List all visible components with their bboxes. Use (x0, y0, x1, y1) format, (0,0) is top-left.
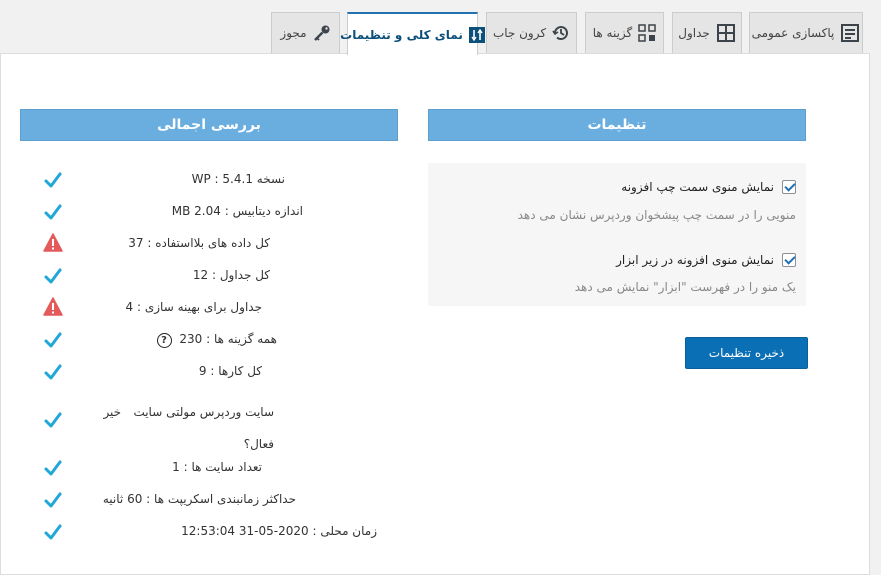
stat-site-count: تعداد سایت ها : 1 (172, 460, 262, 474)
overview-title: بررسی اجمالی (157, 117, 261, 133)
help-icon[interactable]: ? (156, 333, 172, 348)
option-left-menu[interactable]: نمایش منوی سمت چپ افزونه (621, 180, 796, 194)
document-list-icon (840, 23, 860, 43)
tab-label: جداول (678, 26, 710, 40)
stat-wp-version: نسخه WP : 5.4.1 (191, 172, 285, 186)
save-settings-button[interactable]: ذخیره تنظیمات (685, 337, 808, 369)
stat-total-tables: کل جداول : 12 (192, 268, 270, 282)
stat-multisite-line1: سایت وردپرس مولتی سایت (133, 405, 274, 419)
stat-local-time: زمان محلی : 2020-05-31 12:53:04 (181, 524, 377, 538)
stat-all-options: همه گزینه ها : 230 ? (156, 332, 277, 348)
tab-tables[interactable]: جداول (672, 12, 742, 53)
check-icon (44, 364, 62, 380)
tab-label: پاکسازی عمومی (751, 26, 835, 40)
history-clock-icon (552, 24, 570, 42)
stat-multisite-line2: فعال؟ (243, 437, 274, 451)
stat-max-exec-time: حداکثر زمانبندی اسکریپت ها : 60 ثانیه (102, 492, 296, 506)
warning-icon (43, 233, 63, 252)
check-icon (44, 332, 62, 348)
settings-header: تنظیمات (428, 109, 806, 141)
option-label: نمایش منوی سمت چپ افزونه (621, 180, 774, 194)
stat-multisite-value: خیر (103, 405, 122, 419)
option-tools-menu[interactable]: نمایش منوی افزونه در زیر ابزار (616, 253, 796, 267)
tab-label: نمای کلی و تنظیمات (340, 27, 463, 42)
stat-tables-to-optimize: جداول برای بهینه سازی : 4 (125, 300, 262, 314)
check-icon (44, 524, 62, 540)
check-icon (44, 492, 62, 508)
tab-license[interactable]: مجوز (271, 12, 340, 53)
tab-overview-settings[interactable]: نمای کلی و تنظیمات (340, 12, 485, 55)
options-grid-icon (638, 24, 657, 42)
tab-label: مجوز (280, 26, 307, 40)
tab-cron-jobs[interactable]: کرون جاب (486, 12, 577, 53)
warning-icon (43, 297, 63, 316)
stat-label: همه گزینه ها : 230 (179, 332, 277, 346)
option-description: منویی را در سمت چپ پیشخوان وردپرس نشان م… (517, 208, 796, 222)
option-description: یک منو را در فهرست "ابزار" نمایش می دهد (574, 280, 796, 294)
tab-label: گزینه ها (592, 26, 633, 40)
check-icon (44, 268, 62, 284)
stat-multisite: سایت وردپرس مولتی سایت فعال؟ خیر (103, 396, 274, 460)
settings-options-box: نمایش منوی سمت چپ افزونه منویی را در سمت… (428, 163, 806, 306)
check-icon (44, 412, 62, 428)
stat-unused-data: کل داده های بلااستفاده : 37 (128, 236, 270, 250)
stat-db-size: اندازه دیتابیس : 2.04 MB (171, 204, 303, 218)
tab-general-cleanup[interactable]: پاکسازی عمومی (749, 12, 863, 53)
check-icon (44, 204, 62, 220)
tab-label: کرون جاب (492, 26, 547, 40)
tab-options[interactable]: گزینه ها (585, 12, 664, 53)
tab-bar: پاکسازی عمومی جداول گزینه ها کرون جاب نم… (0, 0, 881, 55)
option-label: نمایش منوی افزونه در زیر ابزار (616, 253, 774, 267)
tools-menu-checkbox[interactable] (782, 253, 796, 267)
sort-settings-icon (468, 26, 485, 43)
stat-total-jobs: کل کارها : 9 (198, 364, 262, 378)
table-grid-icon (716, 23, 736, 43)
left-menu-checkbox[interactable] (782, 180, 796, 194)
check-icon (44, 460, 62, 476)
settings-title: تنظیمات (587, 117, 647, 133)
overview-header: بررسی اجمالی (20, 109, 398, 141)
key-icon (313, 24, 331, 42)
check-icon (44, 172, 62, 188)
